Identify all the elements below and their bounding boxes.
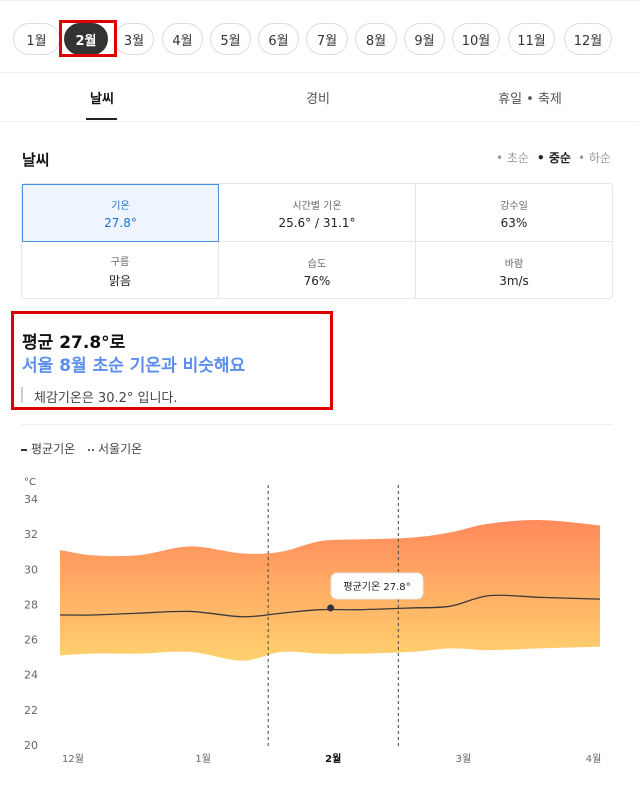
stat-value: 76% xyxy=(303,273,331,288)
divider xyxy=(21,424,613,425)
summary-comparison: 서울 8월 초순 기온과 비슷해요 xyxy=(22,356,246,376)
stat-hourly-temperature[interactable]: 시간별 기온 25.6° / 31.1° xyxy=(219,184,415,242)
month-chip-10[interactable]: 10월 xyxy=(452,23,500,55)
solid-line-icon xyxy=(21,448,27,451)
x-tick-label: 4월 xyxy=(586,753,602,765)
month-chip-8[interactable]: 8월 xyxy=(355,23,397,55)
tab-expense[interactable]: 경비 xyxy=(276,73,360,122)
stat-value: 3m/s xyxy=(499,273,529,288)
period-mid[interactable]: • 중순 xyxy=(537,149,571,166)
temperature-range-band xyxy=(60,520,600,661)
y-axis-unit: °C xyxy=(24,477,36,488)
x-tick-label: 1월 xyxy=(195,753,211,765)
month-chip-3[interactable]: 3월 xyxy=(114,23,154,55)
feels-like-note: 체감기온은 30.2° 입니다. xyxy=(34,391,178,406)
tab-holiday-festival[interactable]: 휴일 • 축제 xyxy=(470,73,590,122)
y-tick-label: 34 xyxy=(24,493,38,506)
legend-average: 평균기온 xyxy=(21,440,75,457)
stat-value: 63% xyxy=(500,215,528,230)
period-early[interactable]: • 초순 xyxy=(496,149,529,166)
stat-wind[interactable]: 바람 3m/s xyxy=(416,242,612,300)
stat-value: 25.6° / 31.1° xyxy=(278,215,356,230)
weather-stats-grid: 기온 27.8° 시간별 기온 25.6° / 31.1° 강수일 63% 구름… xyxy=(21,183,613,299)
tab-bar: 날씨 경비 휴일 • 축제 xyxy=(0,73,639,122)
legend-average-label: 평균기온 xyxy=(31,442,76,456)
stat-label: 시간별 기온 xyxy=(292,200,342,212)
month-chip-1[interactable]: 1월 xyxy=(13,23,60,55)
temperature-chart: °C 34 32 30 28 26 24 22 20 평균기온 27.8° 12월 1월 2월 3월 4월 xyxy=(24,477,602,765)
tooltip-label: 평균기온 27.8° xyxy=(343,581,410,593)
y-tick-label: 32 xyxy=(24,528,38,541)
month-chip-12[interactable]: 12월 xyxy=(564,23,612,55)
section-title: 날씨 xyxy=(22,151,50,169)
note-bar xyxy=(21,387,23,403)
stat-label: 기온 xyxy=(111,200,130,212)
month-chip-5[interactable]: 5월 xyxy=(210,23,251,55)
summary-average: 평균 27.8°로 xyxy=(22,333,126,353)
legend-seoul: 서울기온 xyxy=(88,440,142,457)
month-chip-4[interactable]: 4월 xyxy=(162,23,203,55)
x-tick-label: 12월 xyxy=(62,753,84,765)
y-tick-label: 20 xyxy=(24,739,38,752)
y-tick-label: 26 xyxy=(24,634,38,647)
month-selector: 1월 2월 3월 4월 5월 6월 7월 8월 9월 10월 11월 12월 xyxy=(0,0,639,73)
stat-label: 바람 xyxy=(504,258,524,270)
y-tick-label: 22 xyxy=(24,704,38,717)
stat-clouds[interactable]: 구름 맑음 xyxy=(22,242,218,300)
month-chip-9[interactable]: 9월 xyxy=(404,23,445,55)
month-chip-11[interactable]: 11월 xyxy=(508,23,555,55)
stat-value: 맑음 xyxy=(108,274,132,288)
month-chip-7[interactable]: 7월 xyxy=(306,23,348,55)
stat-label: 강수일 xyxy=(500,200,528,212)
y-tick-label: 30 xyxy=(24,563,38,576)
legend-seoul-label: 서울기온 xyxy=(98,442,143,456)
average-marker-dot xyxy=(327,604,335,612)
x-tick-label: 2월 xyxy=(325,753,341,765)
dotted-line-icon xyxy=(88,448,94,451)
y-tick-label: 28 xyxy=(24,598,38,611)
month-chip-6[interactable]: 6월 xyxy=(258,23,299,55)
tab-weather[interactable]: 날씨 xyxy=(60,73,144,122)
stat-value: 27.8° xyxy=(104,215,137,230)
stat-label: 구름 xyxy=(110,257,130,268)
stat-humidity[interactable]: 습도 76% xyxy=(219,242,415,300)
x-tick-label: 3월 xyxy=(456,753,472,765)
stat-rain-days[interactable]: 강수일 63% xyxy=(416,184,612,242)
stat-label: 습도 xyxy=(307,258,327,270)
period-late[interactable]: • 하순 xyxy=(578,149,611,166)
month-chip-2[interactable]: 2월 xyxy=(64,23,108,55)
active-tab-indicator xyxy=(86,118,117,120)
y-tick-label: 24 xyxy=(24,669,38,682)
stat-temperature[interactable]: 기온 27.8° xyxy=(22,184,219,242)
